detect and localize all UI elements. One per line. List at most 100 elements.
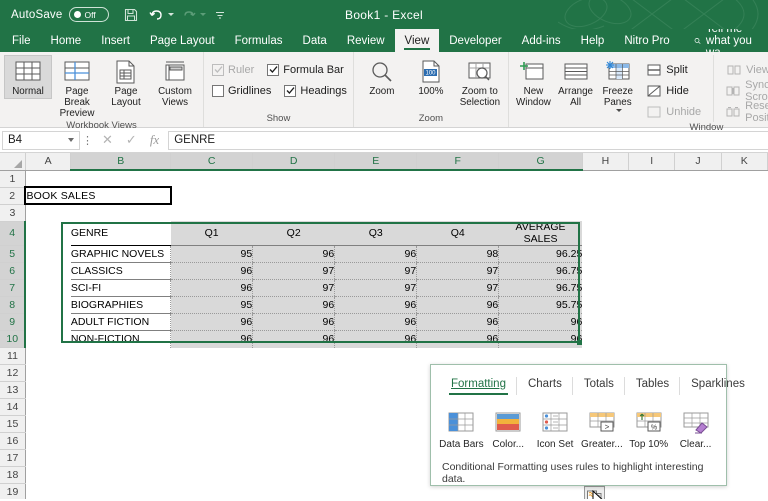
tab-add-ins[interactable]: Add-ins xyxy=(512,29,571,52)
fill-handle[interactable] xyxy=(577,340,582,345)
cell-q2-6[interactable]: 96 xyxy=(252,330,335,348)
headings-checkbox[interactable]: Headings xyxy=(284,84,347,97)
grid-cells[interactable] xyxy=(25,170,768,187)
grid-cells[interactable] xyxy=(582,245,768,263)
column-header-H[interactable]: H xyxy=(582,153,630,171)
row-header-8[interactable]: 8 xyxy=(0,296,27,314)
cell-average-sales-header[interactable]: AVERAGE SALES xyxy=(498,221,583,246)
cell-q1-1[interactable]: 95 xyxy=(170,245,253,263)
qa-tab-charts[interactable]: Charts xyxy=(518,377,573,395)
gridlines-checkbox[interactable]: Gridlines xyxy=(212,84,271,97)
split-button[interactable]: Split xyxy=(642,59,705,80)
column-header-A[interactable]: A xyxy=(25,153,72,171)
column-header-B[interactable]: B xyxy=(70,153,172,171)
zoom-100-button[interactable]: 100 100% xyxy=(407,55,455,98)
cell-q2-header[interactable]: Q2 xyxy=(252,221,335,246)
qa-tab-tables[interactable]: Tables xyxy=(626,377,681,395)
column-header-F[interactable]: F xyxy=(416,153,500,171)
cell-q3-header[interactable]: Q3 xyxy=(334,221,417,246)
custom-views-button[interactable]: Custom Views xyxy=(151,55,199,109)
column-header-C[interactable]: C xyxy=(170,153,254,171)
cell-q3-5[interactable]: 96 xyxy=(334,313,417,331)
cell-avg-5[interactable]: 96 xyxy=(498,313,583,331)
qa-tab-totals[interactable]: Totals xyxy=(574,377,625,395)
chevron-down-icon[interactable] xyxy=(68,138,74,142)
qa-item-top-ten-percent[interactable]: % Top 10% xyxy=(626,405,671,450)
column-header-J[interactable]: J xyxy=(674,153,722,171)
cell-q4-header[interactable]: Q4 xyxy=(416,221,499,246)
qa-item-icon-set[interactable]: Icon Set xyxy=(533,405,578,450)
tab-developer[interactable]: Developer xyxy=(439,29,511,52)
row-header-13[interactable]: 13 xyxy=(0,381,26,399)
cell-genre-5[interactable]: ADULT FICTION xyxy=(70,313,171,331)
tab-home[interactable]: Home xyxy=(41,29,92,52)
select-all-corner[interactable] xyxy=(0,153,26,171)
cell-q4-2[interactable]: 97 xyxy=(416,262,499,280)
row-header-18[interactable]: 18 xyxy=(0,466,26,484)
normal-view-button[interactable]: Normal xyxy=(4,55,52,99)
cell-q2-2[interactable]: 97 xyxy=(252,262,335,280)
cell-genre-4[interactable]: BIOGRAPHIES xyxy=(70,296,171,314)
grid-cells[interactable] xyxy=(582,330,768,348)
qa-tab-formatting[interactable]: Formatting xyxy=(441,377,517,395)
row-header-19[interactable]: 19 xyxy=(0,483,26,499)
cell-q1-3[interactable]: 96 xyxy=(170,279,253,297)
cell-A8[interactable] xyxy=(25,296,71,314)
new-window-button[interactable]: New Window xyxy=(513,55,554,109)
zoom-button[interactable]: Zoom xyxy=(358,55,406,98)
column-header-K[interactable]: K xyxy=(721,153,768,171)
cell-A10[interactable] xyxy=(25,330,71,348)
row-header-1[interactable]: 1 xyxy=(0,170,26,188)
tab-page-layout[interactable]: Page Layout xyxy=(140,29,225,52)
cell-q4-4[interactable]: 96 xyxy=(416,296,499,314)
row-header-7[interactable]: 7 xyxy=(0,279,27,297)
column-header-E[interactable]: E xyxy=(334,153,418,171)
tab-formulas[interactable]: Formulas xyxy=(225,29,293,52)
cell-avg-3[interactable]: 96.75 xyxy=(498,279,583,297)
tab-help[interactable]: Help xyxy=(571,29,615,52)
grid-cells[interactable] xyxy=(25,347,768,365)
grid-cells[interactable] xyxy=(582,296,768,314)
gridlines-checkbox-box[interactable] xyxy=(212,84,224,97)
cell-q3-6[interactable]: 96 xyxy=(334,330,417,348)
tab-nitro-pro[interactable]: Nitro Pro xyxy=(614,29,679,52)
chevron-down-icon[interactable] xyxy=(616,108,623,112)
cell-genre-1[interactable]: GRAPHIC NOVELS xyxy=(70,245,171,263)
formula-bar-checkbox[interactable]: Formula Bar xyxy=(267,63,344,76)
headings-checkbox-box[interactable] xyxy=(284,84,297,97)
cell-q1-2[interactable]: 96 xyxy=(170,262,253,280)
cell-avg-2[interactable]: 96.75 xyxy=(498,262,583,280)
row-header-16[interactable]: 16 xyxy=(0,432,26,450)
cell-q2-4[interactable]: 96 xyxy=(252,296,335,314)
grid-cells[interactable] xyxy=(25,204,768,221)
cell-q4-1[interactable]: 98 xyxy=(416,245,499,263)
cell-genre-2[interactable]: CLASSICS xyxy=(70,262,171,280)
freeze-panes-button[interactable]: Freeze Panes xyxy=(597,55,638,112)
tell-me-search[interactable]: Tell me what you wa xyxy=(680,23,768,59)
cell-A7[interactable] xyxy=(25,279,71,297)
formula-bar-checkbox-box[interactable] xyxy=(267,63,280,76)
row-header-4[interactable]: 4 xyxy=(0,221,27,246)
column-header-G[interactable]: G xyxy=(498,153,583,171)
tab-data[interactable]: Data xyxy=(293,29,337,52)
cell-q1-header[interactable]: Q1 xyxy=(170,221,253,246)
column-header-I[interactable]: I xyxy=(628,153,676,171)
grid-cells[interactable] xyxy=(170,187,768,204)
qa-item-clear-format[interactable]: Clear... xyxy=(673,405,718,450)
tab-review[interactable]: Review xyxy=(337,29,395,52)
cell-q1-4[interactable]: 95 xyxy=(170,296,253,314)
cell-q4-3[interactable]: 97 xyxy=(416,279,499,297)
tab-insert[interactable]: Insert xyxy=(91,29,140,52)
cell-q3-4[interactable]: 96 xyxy=(334,296,417,314)
cell-q2-1[interactable]: 96 xyxy=(252,245,335,263)
hide-button[interactable]: Hide xyxy=(642,80,705,101)
row-header-14[interactable]: 14 xyxy=(0,398,26,416)
grid-cells[interactable] xyxy=(582,221,768,246)
cell-avg-4[interactable]: 95.75 xyxy=(498,296,583,314)
tab-view[interactable]: View xyxy=(394,29,440,52)
cell-A4[interactable] xyxy=(25,221,71,246)
cell-A5[interactable] xyxy=(25,245,71,263)
cell-genre-3[interactable]: SCI-FI xyxy=(70,279,171,297)
page-break-preview-button[interactable]: Page Break Preview xyxy=(53,55,101,120)
cell-genre-header[interactable]: GENRE xyxy=(70,221,171,246)
